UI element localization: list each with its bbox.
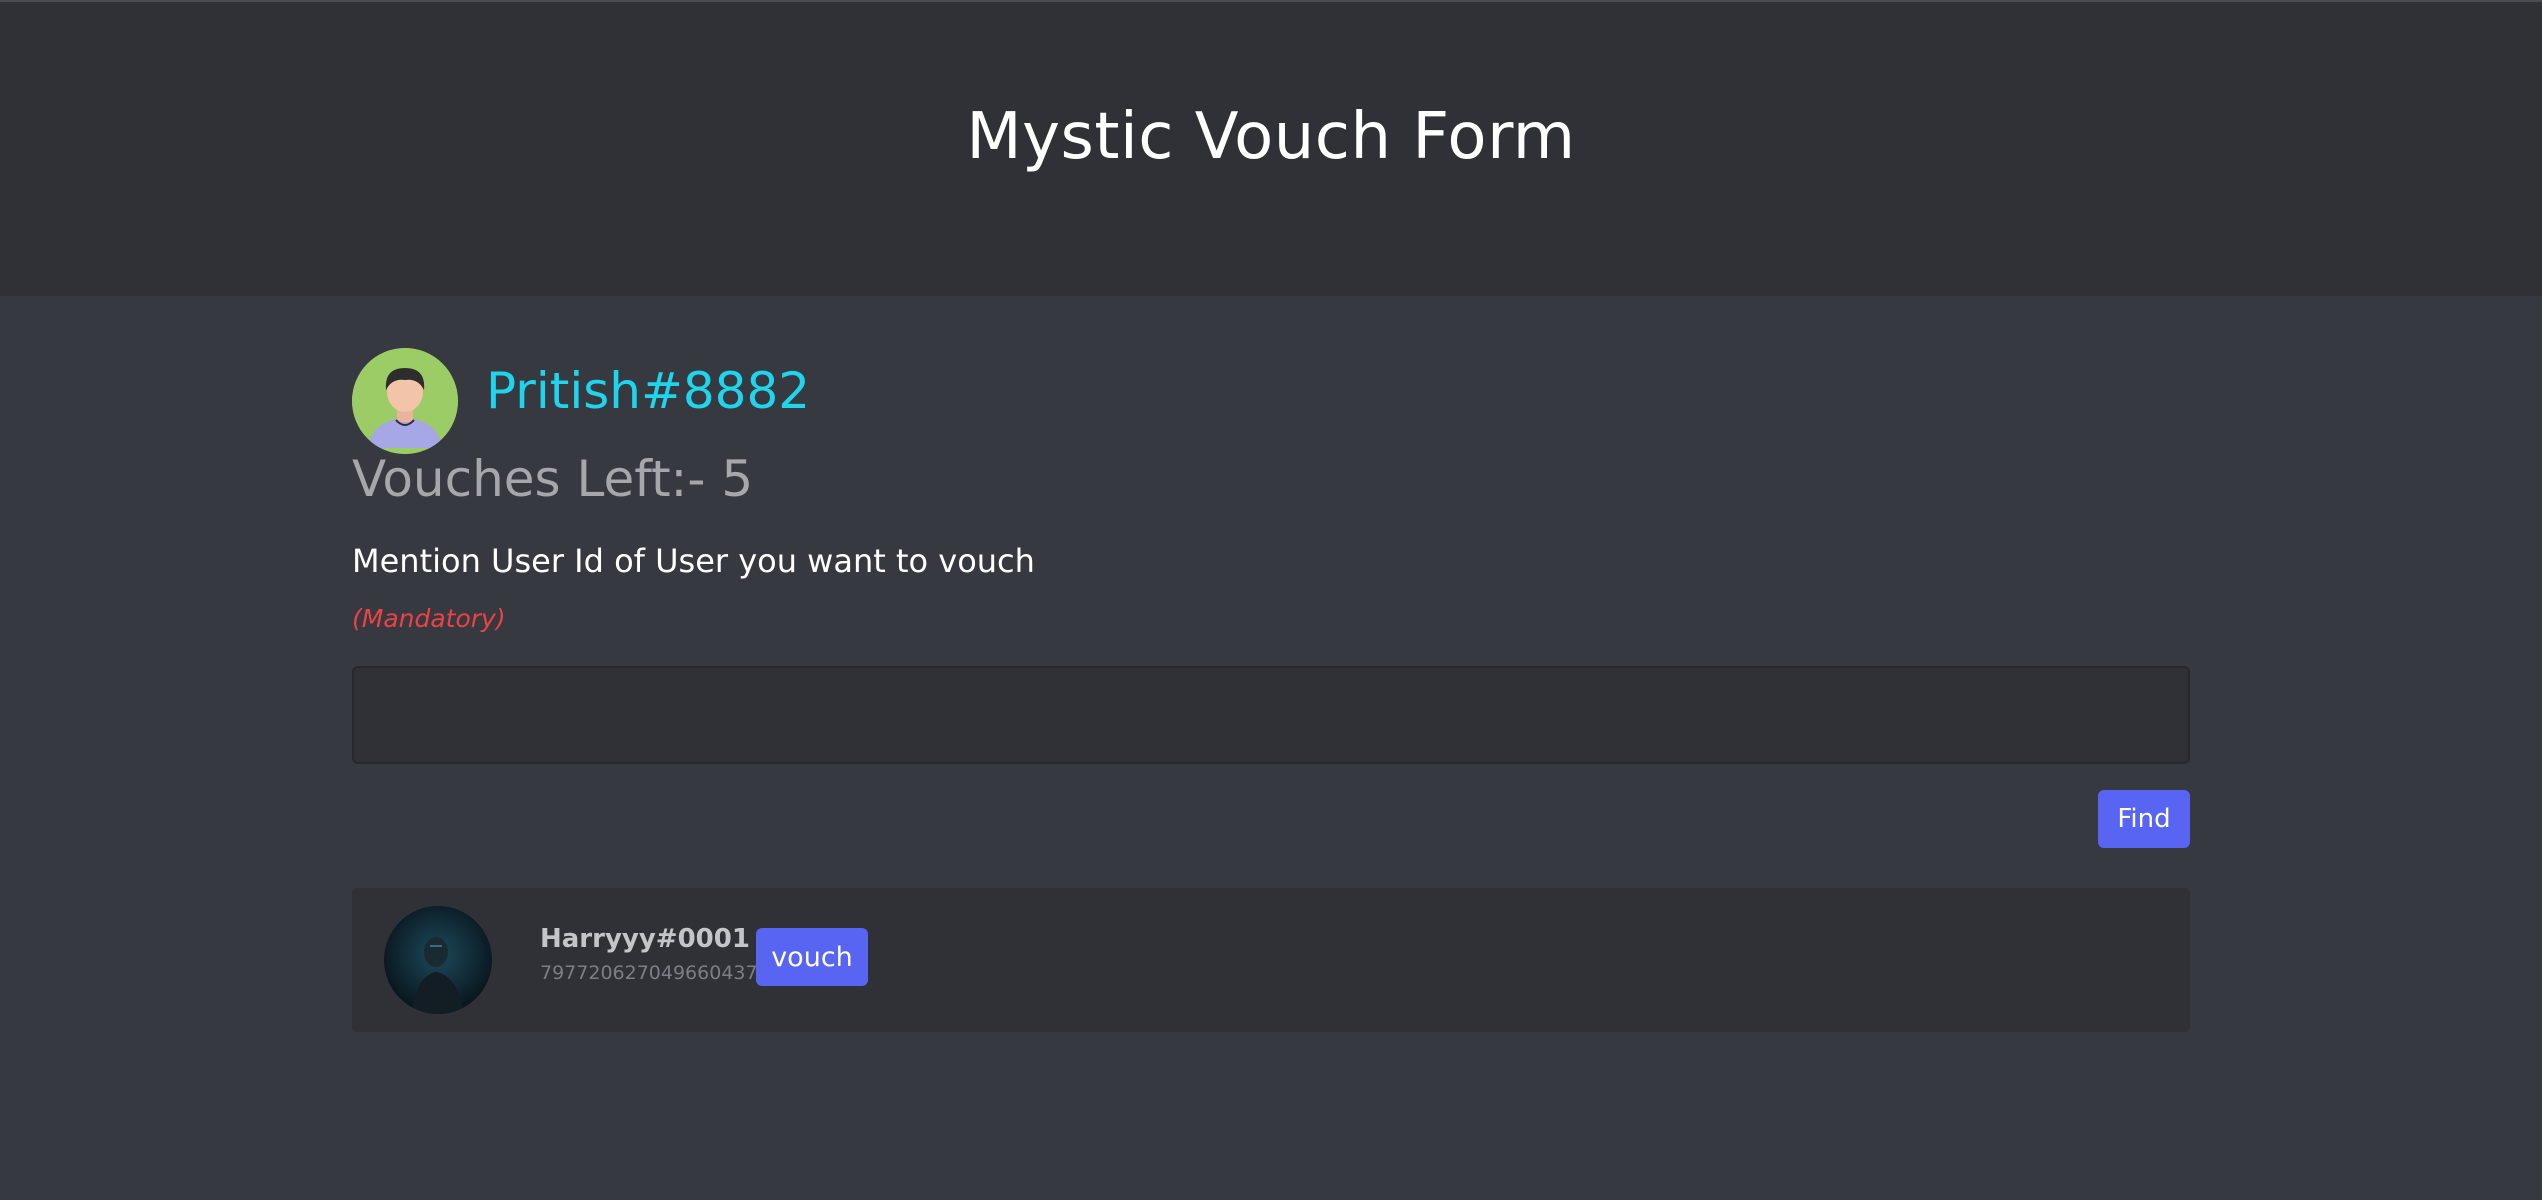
result-user-id: 797720627049660437 — [540, 962, 758, 984]
user-id-input[interactable] — [352, 666, 2190, 764]
vouch-button[interactable]: vouch — [756, 928, 868, 986]
vouches-left-label: Vouches Left:- 5 — [352, 450, 754, 508]
search-result-card: Harryyy#0001 797720627049660437 vouch — [352, 888, 2190, 1032]
result-username: Harryyy#0001 — [540, 924, 750, 954]
vouch-form: Pritish#8882 Vouches Left:- 5 Mention Us… — [352, 296, 2190, 1200]
find-button[interactable]: Find — [2098, 790, 2190, 848]
mandatory-note: (Mandatory) — [352, 604, 506, 633]
user-avatar-icon — [352, 348, 458, 454]
username-label: Pritish#8882 — [486, 362, 811, 420]
page-header: Mystic Vouch Form — [0, 0, 2542, 296]
result-avatar-image — [384, 906, 492, 1014]
mention-user-id-label: Mention User Id of User you want to vouc… — [352, 542, 1035, 580]
page-title: Mystic Vouch Form — [966, 100, 1576, 174]
